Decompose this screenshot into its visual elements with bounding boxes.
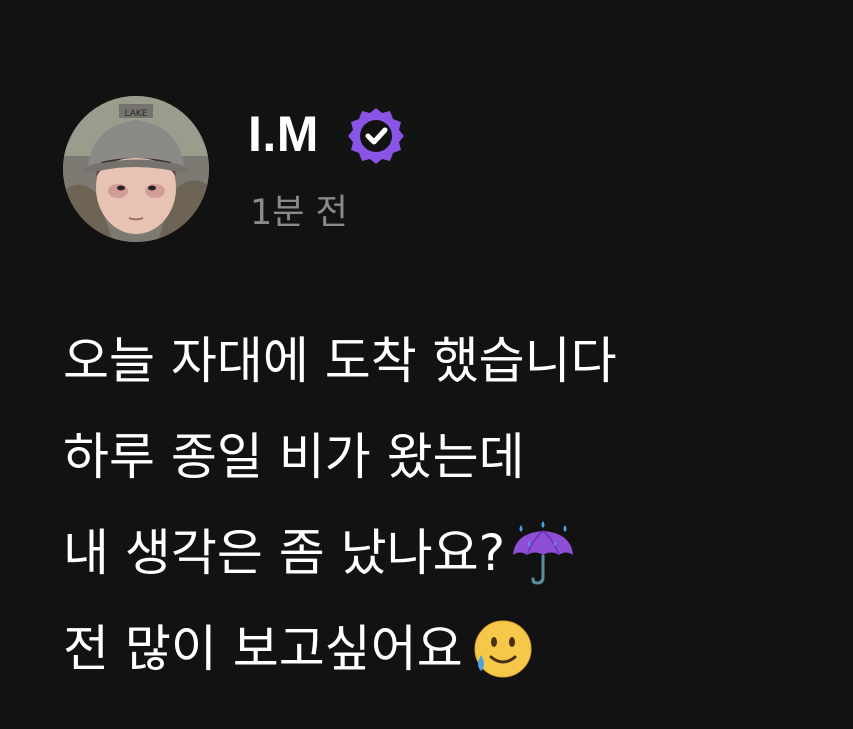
umbrella-with-rain-icon (509, 519, 577, 587)
body-line-3: 내 생각은 좀 났나요? (63, 505, 617, 601)
body-line-text: 전 많이 보고싶어요 (63, 620, 463, 678)
post-card: LAKE I.M 1분 전 오늘 자대에 도착 했습니다 하루 종일 비가 왔는… (0, 0, 853, 729)
body-line-4: 전 많이 보고싶어요 (63, 601, 617, 697)
username[interactable]: I.M (248, 104, 319, 164)
smiling-face-with-tear-icon (467, 615, 535, 683)
avatar[interactable]: LAKE (63, 96, 209, 242)
svg-text:LAKE: LAKE (125, 109, 148, 119)
body-line-2: 하루 종일 비가 왔는데 (63, 409, 617, 505)
post-body: 오늘 자대에 도착 했습니다 하루 종일 비가 왔는데 내 생각은 좀 났나요? (63, 313, 617, 697)
body-line-text: 오늘 자대에 도착 했습니다 (63, 332, 617, 390)
post-timestamp: 1분 전 (250, 193, 348, 233)
body-line-1: 오늘 자대에 도착 했습니다 (63, 313, 617, 409)
verified-badge-icon (344, 104, 408, 168)
body-line-text: 하루 종일 비가 왔는데 (63, 428, 525, 486)
body-line-text: 내 생각은 좀 났나요? (63, 524, 506, 582)
